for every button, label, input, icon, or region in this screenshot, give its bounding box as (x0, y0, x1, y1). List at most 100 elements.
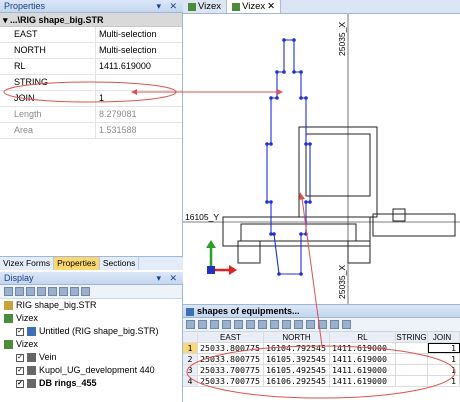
property-value[interactable]: 1.531588 (96, 123, 182, 138)
property-row-north[interactable]: NORTH Multi-selection (0, 43, 182, 59)
column-header[interactable]: RL (330, 332, 396, 342)
property-key: NORTH (0, 43, 96, 58)
column-header[interactable]: EAST (198, 332, 264, 342)
table-cell[interactable]: 16105.492545 (264, 365, 330, 375)
table-cell[interactable]: 1 (428, 343, 460, 353)
table-cell[interactable]: 1411.619000 (330, 343, 396, 353)
table-cell[interactable]: 25033.800775 (198, 343, 264, 353)
column-header[interactable]: STRING (396, 332, 428, 342)
table-cell[interactable]: 16105.392545 (264, 354, 330, 364)
layer-icon (27, 327, 36, 336)
table-cell[interactable] (396, 354, 428, 364)
close-icon[interactable]: ✕ (267, 0, 275, 13)
tree-item[interactable]: ✓ Vein (0, 351, 182, 364)
spreadsheet-title-text: shapes of equipments... (197, 306, 300, 316)
table-cell[interactable]: 25033.800775 (198, 354, 264, 364)
display-panel: RIG shape_big.STR Vizex ✓ Untitled (RIG sha… (0, 285, 183, 402)
table-cell[interactable]: 25033.700775 (198, 376, 264, 386)
table-row[interactable]: 2 25033.800775 16105.392545 1411.619000 1 (183, 354, 460, 365)
table-cell[interactable]: 1 (428, 376, 460, 386)
table-cell[interactable] (396, 343, 428, 353)
table-row[interactable]: 3 25033.700775 16105.492545 1411.619000 1 (183, 365, 460, 376)
table-cell[interactable]: 1411.619000 (330, 376, 396, 386)
new-icon[interactable] (4, 287, 13, 296)
tree-item[interactable]: ✓ Untitled (RIG shape_big.STR) (0, 325, 182, 338)
cut-icon[interactable] (222, 320, 231, 329)
property-value[interactable]: Multi-selection (96, 43, 182, 58)
checkbox[interactable]: ✓ (16, 379, 24, 388)
equipment-outline (222, 126, 456, 264)
property-row-length[interactable]: Length 8.279081 (0, 107, 182, 123)
property-row-rl[interactable]: RL 1411.619000 (0, 59, 182, 75)
properties-file-row[interactable]: ▾ ...\RIG shape_big.STR (0, 13, 182, 27)
insert-row-icon[interactable] (282, 320, 291, 329)
layer-up-icon[interactable] (48, 287, 57, 296)
refresh-icon[interactable] (81, 287, 90, 296)
tab-vizex-2[interactable]: Vizex ✕ (227, 0, 282, 13)
layer-down-icon[interactable] (59, 287, 68, 296)
property-row-join[interactable]: JOIN 1 (0, 91, 182, 107)
copy-icon[interactable] (234, 320, 243, 329)
panel-close-icon[interactable]: ▾ ✕ (156, 272, 180, 285)
tree-item[interactable]: Vizex (0, 312, 182, 325)
tab-properties[interactable]: Properties (54, 257, 100, 270)
tree-item[interactable]: RIG shape_big.STR (0, 299, 182, 312)
delete-icon[interactable] (70, 287, 79, 296)
open-icon[interactable] (15, 287, 24, 296)
tab-vizex-1[interactable]: Vizex (183, 0, 228, 13)
panel-pin-icon[interactable]: ▾ ✕ (156, 0, 180, 13)
table-row[interactable]: 4 25033.700775 16106.292545 1411.619000 1 (183, 376, 460, 387)
tab-vizex-forms[interactable]: Vizex Forms (0, 257, 55, 270)
options-icon[interactable] (342, 320, 351, 329)
column-header[interactable] (183, 332, 198, 342)
column-header[interactable]: JOIN (428, 332, 460, 342)
table-cell[interactable]: 1 (428, 365, 460, 375)
tree-item[interactable]: ✓ DB rings_455 (0, 377, 182, 390)
delete-row-icon[interactable] (294, 320, 303, 329)
property-value[interactable]: 1411.619000 (96, 59, 182, 74)
properties-panel-title: Properties ▾ ✕ (0, 0, 183, 13)
table-cell[interactable]: 16106.292545 (264, 376, 330, 386)
row-number[interactable]: 4 (183, 376, 198, 386)
table-cell[interactable]: 1411.619000 (330, 365, 396, 375)
property-value[interactable]: 8.279081 (96, 107, 182, 122)
display-panel-title: Display ▾ ✕ (0, 272, 183, 285)
row-number[interactable]: 3 (183, 365, 198, 375)
property-value[interactable] (96, 75, 182, 90)
table-cell[interactable] (396, 365, 428, 375)
print-icon[interactable] (198, 320, 207, 329)
property-value[interactable]: 1 (96, 91, 182, 106)
paste-icon[interactable] (246, 320, 255, 329)
column-header[interactable]: NORTH (264, 332, 330, 342)
properties-icon[interactable] (26, 287, 35, 296)
table-row[interactable]: 1 25033.800775 16104.792545 1411.619000 1 (183, 343, 460, 354)
checkbox[interactable]: ✓ (16, 327, 24, 336)
property-row-area[interactable]: Area 1.531588 (0, 123, 182, 139)
table-cell[interactable] (396, 376, 428, 386)
tree-item[interactable]: Vizex (0, 338, 182, 351)
property-value[interactable]: Multi-selection (96, 27, 182, 42)
row-number[interactable]: 1 (183, 343, 198, 353)
filter-icon[interactable] (306, 320, 315, 329)
table-cell[interactable]: 1 (428, 354, 460, 364)
checkbox[interactable]: ✓ (16, 366, 24, 375)
chart-icon[interactable] (330, 320, 339, 329)
layer-icon[interactable] (37, 287, 46, 296)
redo-icon[interactable] (270, 320, 279, 329)
table-cell[interactable]: 1411.619000 (330, 354, 396, 364)
checkbox[interactable]: ✓ (16, 353, 24, 362)
table-cell[interactable]: 25033.700775 (198, 365, 264, 375)
tab-sections[interactable]: Sections (100, 257, 140, 270)
label-x-top: 25035_X (337, 22, 347, 56)
collapse-icon[interactable]: ▾ (3, 15, 10, 25)
property-row-string[interactable]: STRING (0, 75, 182, 91)
row-number[interactable]: 2 (183, 354, 198, 364)
tree-item[interactable]: ✓ Kupol_UG_development 440 (0, 364, 182, 377)
table-cell[interactable]: 16104.792545 (264, 343, 330, 353)
save-icon[interactable] (186, 320, 195, 329)
property-row-east[interactable]: EAST Multi-selection (0, 27, 182, 43)
search-icon[interactable] (210, 320, 219, 329)
undo-icon[interactable] (258, 320, 267, 329)
vizex-viewport[interactable]: 25035_X 25035_X 16105_Y (183, 14, 460, 304)
sort-icon[interactable] (318, 320, 327, 329)
